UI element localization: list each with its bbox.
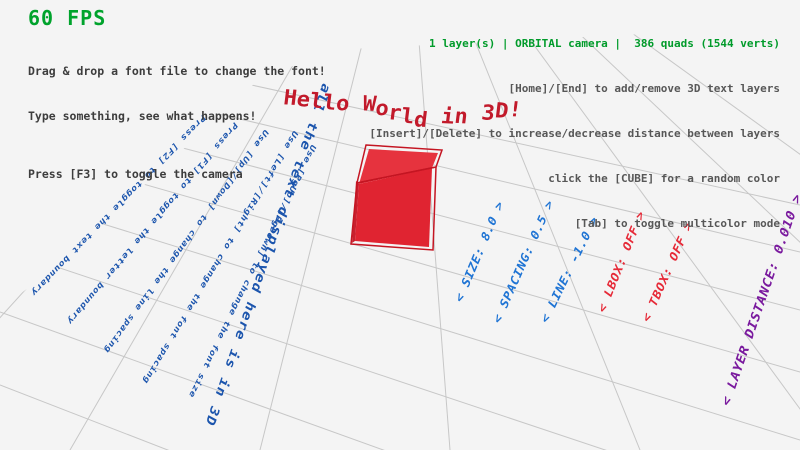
stats-block: 1 layer(s) | ORBITAL camera | 386 quads … bbox=[369, 6, 780, 261]
instruction-line: Press [F3] to toggle the camera bbox=[28, 167, 326, 182]
hint-line: click the [CUBE] for a random color bbox=[369, 171, 780, 186]
text3d-demo-viewport[interactable]: Press [F2] to toggle the text boundary P… bbox=[0, 0, 800, 450]
hint-line: [Home]/[End] to add/remove 3D text layer… bbox=[369, 81, 780, 96]
hint-line: [Tab] to toggle multicolor mode bbox=[369, 216, 780, 231]
instructions-block: Drag & drop a font file to change the fo… bbox=[28, 34, 326, 212]
fps-counter: 60 FPS bbox=[28, 6, 106, 30]
stats-line: 1 layer(s) | ORBITAL camera | 386 quads … bbox=[369, 36, 780, 51]
instruction-line: Drag & drop a font file to change the fo… bbox=[28, 64, 326, 79]
instruction-line: Type something, see what happens! bbox=[28, 109, 326, 124]
hint-line: [Insert]/[Delete] to increase/decrease d… bbox=[369, 126, 780, 141]
